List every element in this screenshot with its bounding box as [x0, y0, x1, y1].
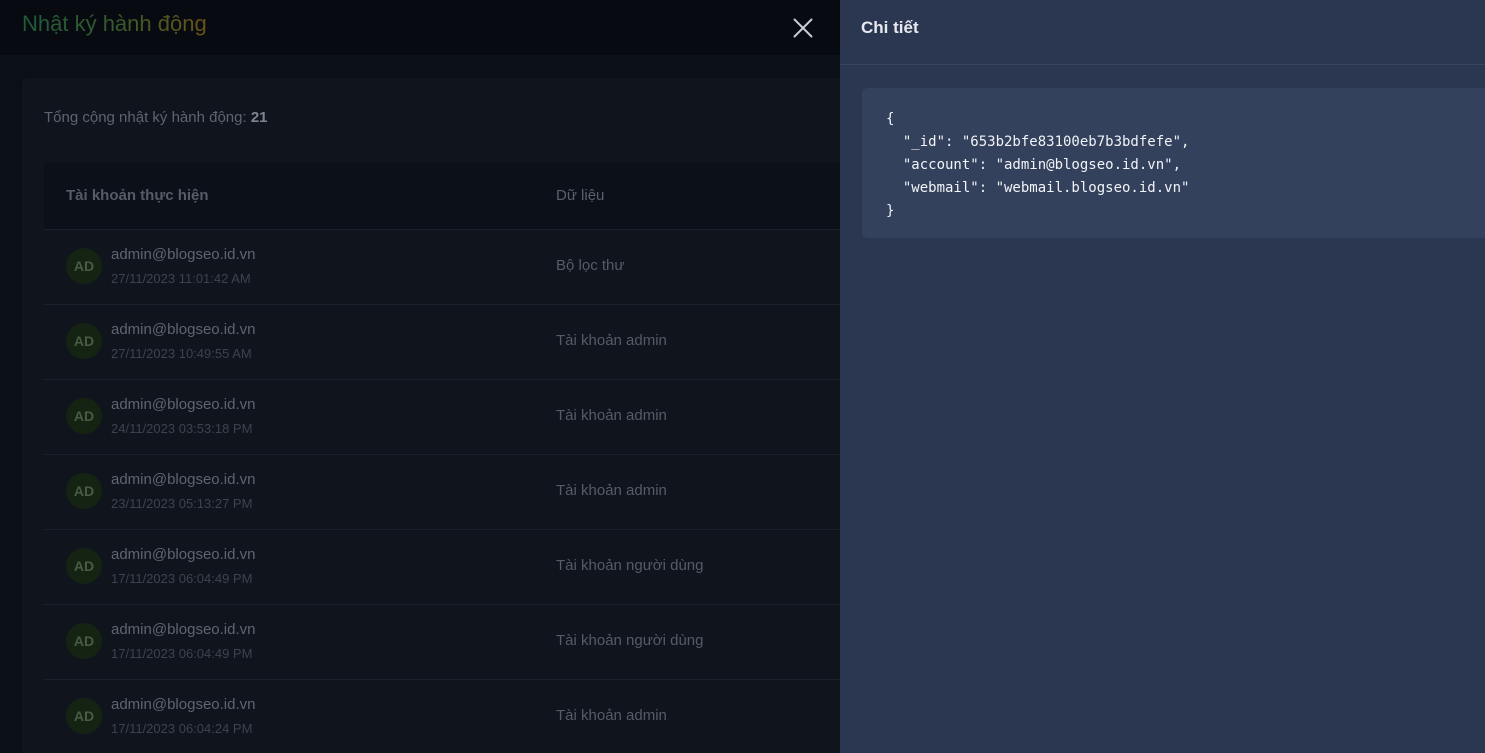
- row-data: Tài khoản người dùng: [556, 632, 704, 649]
- json-line: "webmail": "webmail.blogseo.id.vn": [886, 180, 1190, 196]
- row-data: Tài khoản admin: [556, 332, 667, 349]
- row-account: admin@blogseo.id.vn: [111, 471, 256, 488]
- json-line: "_id": "653b2bfe83100eb7b3bdfefe",: [886, 134, 1190, 150]
- avatar: AD: [66, 398, 102, 434]
- row-account: admin@blogseo.id.vn: [111, 621, 256, 638]
- json-line: {: [886, 111, 895, 127]
- total-count: 21: [250, 109, 268, 126]
- row-timestamp: 27/11/2023 11:01:42 AM: [111, 271, 251, 286]
- row-data: Tài khoản admin: [556, 482, 667, 499]
- table-row[interactable]: AD admin@blogseo.id.vn 17/11/2023 06:04:…: [44, 605, 840, 680]
- table-row[interactable]: AD admin@blogseo.id.vn 24/11/2023 03:53:…: [44, 380, 840, 455]
- action-log-header: Nhật ký hành động: [0, 0, 840, 55]
- row-timestamp: 17/11/2023 06:04:49 PM: [111, 646, 253, 661]
- drawer-header: Chi tiết: [840, 0, 1485, 65]
- avatar: AD: [66, 623, 102, 659]
- table-row[interactable]: AD admin@blogseo.id.vn 17/11/2023 06:04:…: [44, 530, 840, 605]
- row-data: Tài khoản người dùng: [556, 557, 704, 574]
- page: Nhật ký hành động Tổng cộng nhật ký hành…: [0, 0, 1485, 753]
- close-icon[interactable]: [787, 12, 819, 44]
- row-timestamp: 24/11/2023 03:53:18 PM: [111, 421, 253, 436]
- row-account: admin@blogseo.id.vn: [111, 396, 256, 413]
- table-row[interactable]: AD admin@blogseo.id.vn 23/11/2023 05:13:…: [44, 455, 840, 530]
- avatar: AD: [66, 698, 102, 734]
- row-account: admin@blogseo.id.vn: [111, 321, 256, 338]
- column-header-data[interactable]: Dữ liệu: [556, 187, 604, 204]
- table-row[interactable]: AD admin@blogseo.id.vn 27/11/2023 10:49:…: [44, 305, 840, 380]
- row-account: admin@blogseo.id.vn: [111, 246, 256, 263]
- total-count-line: Tổng cộng nhật ký hành động: 21: [44, 109, 268, 126]
- row-account: admin@blogseo.id.vn: [111, 696, 256, 713]
- table-row[interactable]: AD admin@blogseo.id.vn 17/11/2023 06:04:…: [44, 680, 840, 753]
- row-data: Bộ lọc thư: [556, 257, 625, 274]
- row-data: Tài khoản admin: [556, 707, 667, 724]
- row-timestamp: 27/11/2023 10:49:55 AM: [111, 346, 252, 361]
- avatar: AD: [66, 473, 102, 509]
- drawer-title: Chi tiết: [861, 18, 919, 37]
- row-account: admin@blogseo.id.vn: [111, 546, 256, 563]
- row-data: Tài khoản admin: [556, 407, 667, 424]
- avatar: AD: [66, 548, 102, 584]
- detail-drawer: Chi tiết { "_id": "653b2bfe83100eb7b3bdf…: [840, 0, 1485, 753]
- table-row[interactable]: AD admin@blogseo.id.vn 27/11/2023 11:01:…: [44, 230, 840, 305]
- total-label: Tổng cộng nhật ký hành động:: [44, 109, 251, 126]
- json-line: "account": "admin@blogseo.id.vn",: [886, 157, 1182, 173]
- table-header: Tài khoản thực hiện Dữ liệu: [44, 163, 840, 230]
- action-log-page: Nhật ký hành động Tổng cộng nhật ký hành…: [0, 0, 840, 753]
- json-detail-box: { "_id": "653b2bfe83100eb7b3bdfefe", "ac…: [862, 88, 1485, 238]
- json-line: }: [886, 203, 895, 219]
- row-timestamp: 17/11/2023 06:04:49 PM: [111, 571, 253, 586]
- action-log-table: Tài khoản thực hiện Dữ liệu AD admin@blo…: [44, 163, 840, 753]
- avatar: AD: [66, 248, 102, 284]
- row-timestamp: 17/11/2023 06:04:24 PM: [111, 721, 253, 736]
- page-title: Nhật ký hành động: [22, 11, 207, 36]
- avatar: AD: [66, 323, 102, 359]
- json-code: { "_id": "653b2bfe83100eb7b3bdfefe", "ac…: [886, 108, 1189, 223]
- row-timestamp: 23/11/2023 05:13:27 PM: [111, 496, 253, 511]
- action-log-card: Tổng cộng nhật ký hành động: 21 Tài khoả…: [22, 78, 840, 753]
- column-header-account[interactable]: Tài khoản thực hiện: [66, 187, 209, 204]
